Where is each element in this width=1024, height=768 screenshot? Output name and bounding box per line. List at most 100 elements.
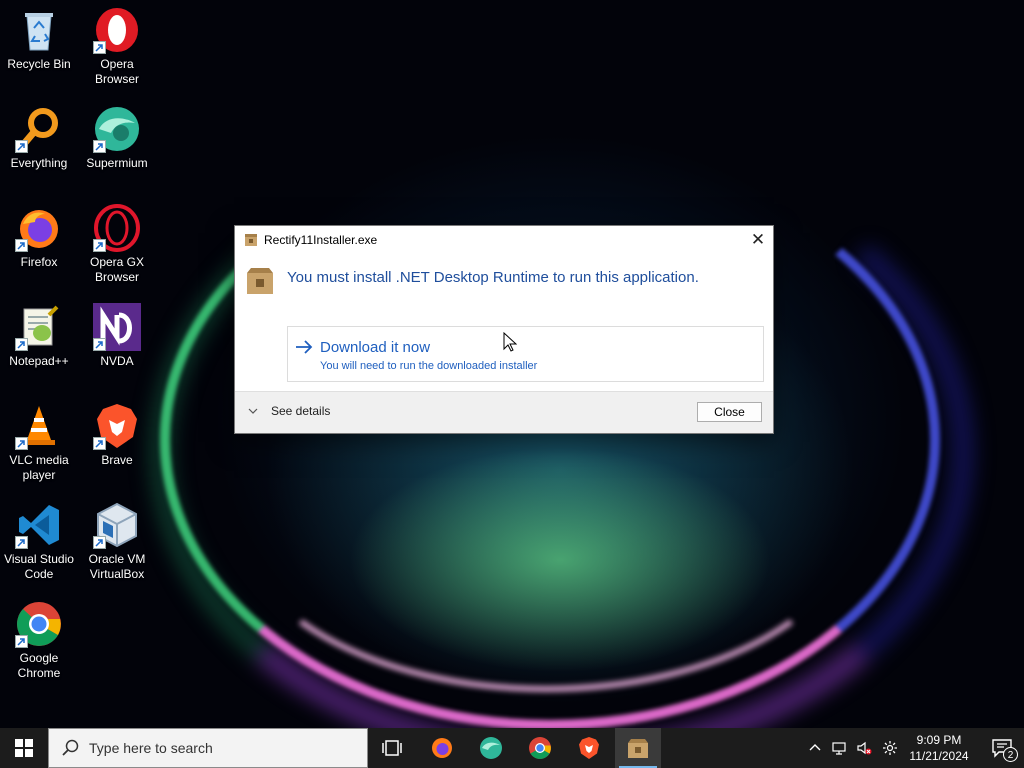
gear-icon xyxy=(883,741,897,755)
arrow-right-icon xyxy=(296,340,313,354)
desktop-icon-firefox[interactable]: Firefox xyxy=(0,204,78,270)
taskbar-supermium[interactable] xyxy=(468,728,514,768)
taskbar-rectify11-installer[interactable] xyxy=(615,728,661,768)
opera-gx-icon xyxy=(93,204,141,252)
desktop-icon-recycle-bin[interactable]: Recycle Bin xyxy=(0,6,78,72)
desktop-icon-opera-gx[interactable]: Opera GX Browser xyxy=(78,204,156,285)
nvda-icon xyxy=(93,303,141,351)
taskbar: Type here to search 9:09 PM 11/21/2024 2 xyxy=(0,728,1024,768)
command-link-title: Download it now xyxy=(320,339,431,356)
notification-count-badge: 2 xyxy=(1003,747,1018,762)
settings-tray-button[interactable] xyxy=(879,728,901,768)
chevron-up-icon xyxy=(809,744,821,751)
desktop-icon-vscode[interactable]: Visual Studio Code xyxy=(0,501,78,582)
network-icon xyxy=(832,742,846,755)
shortcut-arrow-icon xyxy=(15,536,28,549)
supermium-icon xyxy=(93,105,141,153)
notepad-plus-plus-icon xyxy=(15,303,63,351)
task-view-icon xyxy=(382,740,402,756)
start-button[interactable] xyxy=(0,728,48,768)
desktop-icon-label: Notepad++ xyxy=(9,354,69,368)
opera-icon xyxy=(93,6,141,54)
dialog-footer: See details Close xyxy=(235,391,773,433)
desktop-icon-label: Opera GX Browser xyxy=(89,255,145,284)
vlc-cone-icon xyxy=(15,402,63,450)
search-placeholder: Type here to search xyxy=(89,740,213,756)
desktop-icon-supermium[interactable]: Supermium xyxy=(78,105,156,171)
package-box-icon xyxy=(245,234,257,246)
desktop-icon-vlc[interactable]: VLC media player xyxy=(0,402,78,483)
dialog-main-content: You must install .NET Desktop Runtime to… xyxy=(245,266,699,296)
vscode-icon xyxy=(15,501,63,549)
dialog-title-bar[interactable]: Rectify11Installer.exe xyxy=(235,226,773,254)
clock-date: 11/21/2024 xyxy=(909,749,969,763)
recycle-bin-icon xyxy=(15,6,63,54)
download-it-now-command-link[interactable]: Download it now You will need to run the… xyxy=(287,326,764,382)
shortcut-arrow-icon xyxy=(93,140,106,153)
desktop-icon-label: Visual Studio Code xyxy=(4,552,74,581)
dotnet-runtime-dialog: Rectify11Installer.exe ✕ You must instal… xyxy=(234,225,774,434)
mouse-pointer-icon xyxy=(503,332,517,352)
see-details-label: See details xyxy=(271,404,331,418)
desktop-icon-notepad-plus-plus[interactable]: Notepad++ xyxy=(0,303,78,369)
chrome-icon xyxy=(529,737,551,759)
action-center-button[interactable]: 2 xyxy=(980,728,1024,768)
desktop-icon-label: Supermium xyxy=(86,156,148,170)
desktop-icon-label: Firefox xyxy=(20,255,58,269)
taskbar-chrome[interactable] xyxy=(517,728,563,768)
shortcut-arrow-icon xyxy=(93,437,106,450)
package-box-icon xyxy=(628,739,648,758)
volume-tray-button[interactable] xyxy=(853,728,875,768)
show-hidden-icons-button[interactable] xyxy=(805,728,825,768)
desktop-icon-nvda[interactable]: NVDA xyxy=(78,303,156,369)
virtualbox-cube-icon xyxy=(93,501,141,549)
desktop-icon-opera[interactable]: Opera Browser xyxy=(78,6,156,87)
desktop-icon-label: Recycle Bin xyxy=(7,57,71,71)
task-view-button[interactable] xyxy=(369,728,415,768)
windows-logo-icon xyxy=(15,739,33,757)
shortcut-arrow-icon xyxy=(15,635,28,648)
shortcut-arrow-icon xyxy=(93,338,106,351)
chrome-icon xyxy=(15,600,63,648)
network-tray-button[interactable] xyxy=(829,728,849,768)
taskbar-search-box[interactable]: Type here to search xyxy=(48,728,368,768)
everything-icon xyxy=(15,105,63,153)
shortcut-arrow-icon xyxy=(15,239,28,252)
desktop-icon-label: NVDA xyxy=(100,354,134,368)
shortcut-arrow-icon xyxy=(15,437,28,450)
taskbar-firefox[interactable] xyxy=(419,728,465,768)
desktop-icon-virtualbox[interactable]: Oracle VM VirtualBox xyxy=(78,501,156,582)
clock-time: 9:09 PM xyxy=(916,733,962,747)
desktop-icon-label: Google Chrome xyxy=(17,651,61,680)
shortcut-arrow-icon xyxy=(93,41,106,54)
shortcut-arrow-icon xyxy=(15,338,28,351)
shortcut-arrow-icon xyxy=(93,239,106,252)
see-details-toggle[interactable]: See details xyxy=(247,404,330,418)
desktop-icon-label: Everything xyxy=(10,156,68,170)
desktop-icon-label: Brave xyxy=(101,453,133,467)
desktop-icon-brave[interactable]: Brave xyxy=(78,402,156,468)
package-box-icon xyxy=(247,268,273,294)
brave-lion-icon xyxy=(579,737,599,759)
search-icon xyxy=(62,739,79,756)
firefox-icon xyxy=(15,204,63,252)
dialog-main-message: You must install .NET Desktop Runtime to… xyxy=(287,269,699,286)
dialog-title: Rectify11Installer.exe xyxy=(264,233,378,247)
firefox-icon xyxy=(432,738,452,758)
desktop-icon-label: Opera Browser xyxy=(94,57,139,86)
shortcut-arrow-icon xyxy=(93,536,106,549)
dialog-close-icon[interactable]: ✕ xyxy=(743,226,773,254)
taskbar-brave[interactable] xyxy=(566,728,612,768)
command-link-subtitle: You will need to run the downloaded inst… xyxy=(320,360,538,372)
volume-muted-icon xyxy=(857,741,872,755)
desktop-icon-everything[interactable]: Everything xyxy=(0,105,78,171)
shortcut-arrow-icon xyxy=(15,140,28,153)
chevron-down-icon xyxy=(248,408,258,414)
desktop-icon-label: Oracle VM VirtualBox xyxy=(88,552,146,581)
supermium-icon xyxy=(480,737,502,759)
desktop-icon-label: VLC media player xyxy=(9,453,69,482)
desktop-icon-google-chrome[interactable]: Google Chrome xyxy=(0,600,78,681)
close-button[interactable]: Close xyxy=(697,402,762,422)
taskbar-clock[interactable]: 9:09 PM 11/21/2024 xyxy=(900,728,978,768)
brave-lion-icon xyxy=(93,402,141,450)
